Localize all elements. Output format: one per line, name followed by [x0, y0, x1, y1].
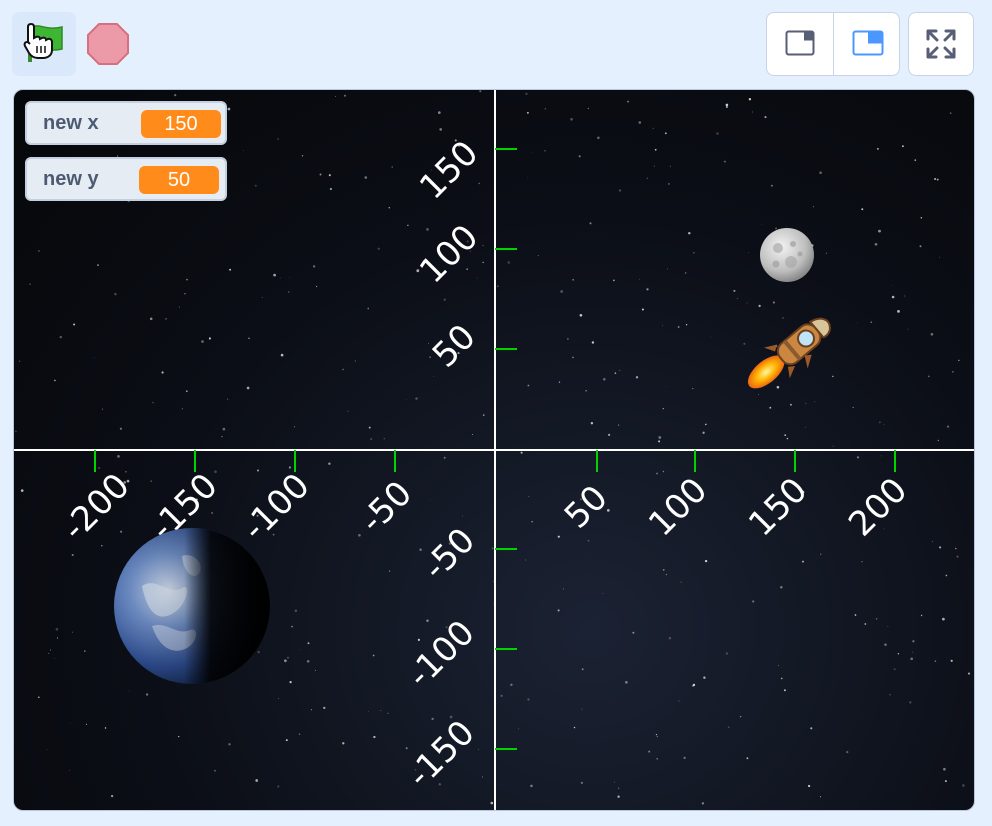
x-tick-label: -50: [352, 473, 420, 541]
fullscreen-button[interactable]: [908, 12, 974, 76]
large-stage-button[interactable]: [834, 13, 899, 75]
hand-cursor-icon: [23, 22, 53, 59]
y-tick-label: -150: [400, 713, 483, 796]
x-tick-label: 50: [557, 478, 616, 537]
x-tick-label: 200: [841, 470, 915, 544]
stage-canvas[interactable]: -200 -150 -100 -50 50 100 150 200 150 10…: [13, 89, 975, 811]
variable-monitor-new-x[interactable]: new x 150: [25, 101, 227, 145]
monitor-value: 150: [141, 110, 221, 138]
large-stage-icon: [852, 30, 884, 56]
x-tick-label: 100: [641, 470, 715, 544]
stop-button[interactable]: [84, 20, 132, 68]
y-tick-label: 150: [412, 133, 486, 207]
stage-toolbar: [0, 0, 992, 88]
monitor-value: 50: [139, 166, 219, 194]
y-tick-label: -50: [415, 520, 483, 588]
small-stage-icon: [785, 30, 815, 56]
green-flag-button[interactable]: [12, 12, 76, 76]
small-stage-button[interactable]: [767, 13, 834, 75]
stage-size-toggle: [766, 12, 900, 76]
y-tick-label: 100: [412, 217, 486, 291]
moon-sprite[interactable]: [758, 226, 816, 284]
y-tick-label: -100: [400, 613, 483, 696]
y-tick-label: 50: [425, 317, 484, 376]
x-tick-label: 150: [741, 470, 815, 544]
stop-sign-icon: [87, 23, 129, 65]
monitor-label: new x: [43, 112, 99, 134]
variable-monitor-new-y[interactable]: new y 50: [25, 157, 227, 201]
monitor-label: new y: [43, 168, 99, 190]
fullscreen-icon: [926, 29, 956, 59]
earth-sprite[interactable]: [112, 526, 272, 686]
rocket-sprite[interactable]: [736, 298, 846, 398]
